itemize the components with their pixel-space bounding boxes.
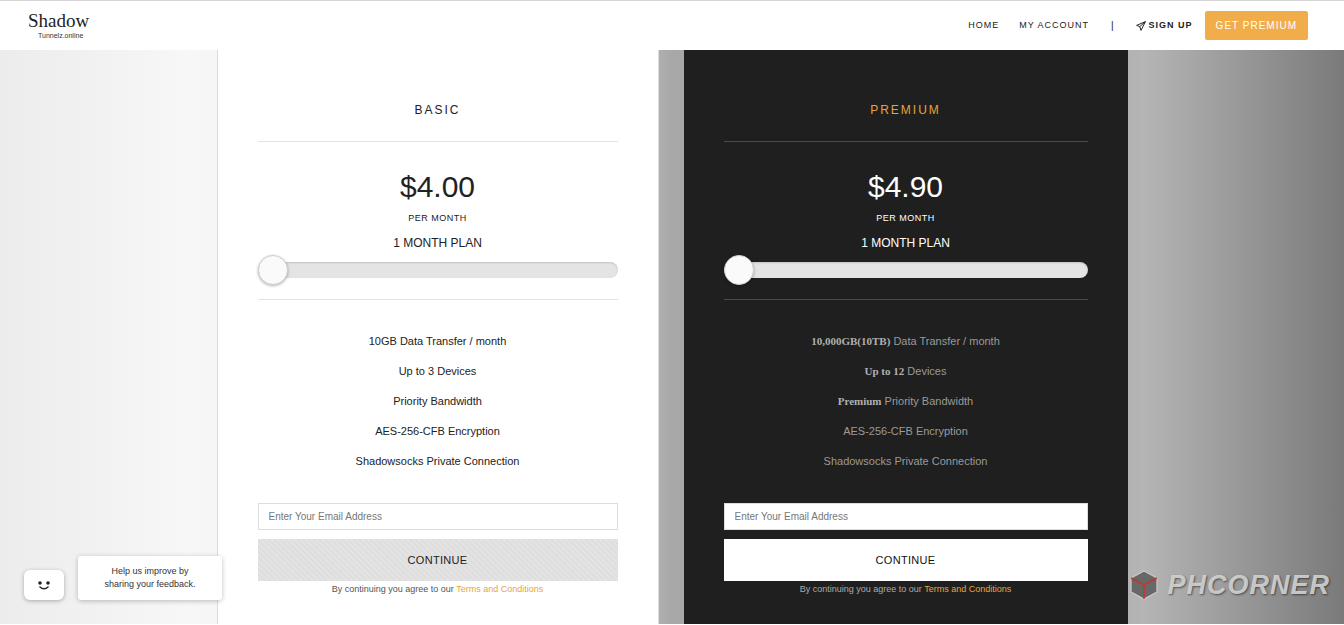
cube-logo-icon <box>1127 568 1161 602</box>
plan-price: $4.00 <box>258 169 618 205</box>
terms-text: By continuing you agree to our <box>332 584 456 594</box>
watermark-text: PHCORNER <box>1167 565 1330 606</box>
feature-item: AES-256-CFB Encryption <box>724 416 1088 446</box>
feature-item: 10GB Data Transfer / month <box>258 326 618 356</box>
plan-term: 1 MONTH PLAN <box>258 235 618 251</box>
plan-name: BASIC <box>258 102 618 142</box>
feature-text: Priority Bandwidth <box>393 395 482 407</box>
top-navbar: ShadowTunnelz.online HOME MY ACCOUNT | SIGN… <box>0 0 1344 50</box>
continue-button[interactable]: CONTINUE <box>258 539 618 581</box>
feature-highlight: Up to 12 <box>865 365 905 377</box>
nav-separator: | <box>1111 18 1114 33</box>
paper-plane-icon <box>1136 21 1146 31</box>
feature-text: Devices <box>904 365 946 377</box>
feature-text: Up to 3 Devices <box>399 365 477 377</box>
continue-button[interactable]: CONTINUE <box>724 539 1088 581</box>
logo-tagline: Tunnelz.online <box>28 31 89 40</box>
feature-text: Data Transfer / month <box>890 335 999 347</box>
feedback-tooltip: Help us improve by sharing your feedback… <box>78 556 222 600</box>
feature-text: 10GB Data Transfer / month <box>369 335 507 347</box>
plan-term: 1 MONTH PLAN <box>724 235 1088 251</box>
terms-link[interactable]: Terms and Conditions <box>456 584 543 594</box>
slider-track[interactable] <box>258 262 618 278</box>
plan-card: PREMIUM $4.90 PER MONTH 1 MONTH PLAN 10,000G… <box>684 50 1128 624</box>
feature-text: AES-256-CFB Encryption <box>375 425 500 437</box>
terms-text: By continuing you agree to our <box>800 584 924 594</box>
feature-text: Shadowsocks Private Connection <box>824 455 988 467</box>
price-period: PER MONTH <box>258 212 618 224</box>
feature-item: Shadowsocks Private Connection <box>258 446 618 476</box>
email-input[interactable] <box>258 503 618 530</box>
plan-price: $4.90 <box>724 169 1088 205</box>
terms-note: By continuing you agree to our Terms and… <box>724 583 1088 595</box>
slider-knob[interactable] <box>258 255 288 285</box>
feature-text: AES-256-CFB Encryption <box>843 425 968 437</box>
feature-item: 10,000GB(10TB) Data Transfer / month <box>724 326 1088 356</box>
terms-link[interactable]: Terms and Conditions <box>924 584 1011 594</box>
feature-item: Premium Priority Bandwidth <box>724 386 1088 416</box>
term-slider <box>258 253 618 300</box>
site-logo[interactable]: ShadowTunnelz.online <box>28 11 89 40</box>
plan-name: PREMIUM <box>724 102 1088 142</box>
feature-item: Shadowsocks Private Connection <box>724 446 1088 476</box>
feedback-button[interactable] <box>24 570 64 600</box>
term-slider <box>724 253 1088 300</box>
feature-text: Shadowsocks Private Connection <box>356 455 520 467</box>
plan-card: BASIC $4.00 PER MONTH 1 MONTH PLAN 10GB Data… <box>217 50 659 624</box>
feature-item: AES-256-CFB Encryption <box>258 416 618 446</box>
feature-highlight: 10,000GB(10TB) <box>811 335 890 347</box>
feature-text: Priority Bandwidth <box>882 395 974 407</box>
get-premium-button[interactable]: GET PREMIUM <box>1205 11 1308 40</box>
feature-item: Up to 3 Devices <box>258 356 618 386</box>
logo-title: Shadow <box>28 11 89 31</box>
feature-item: Priority Bandwidth <box>258 386 618 416</box>
feature-highlight: Premium <box>838 395 882 407</box>
feature-list: 10,000GB(10TB) Data Transfer / monthUp t… <box>724 326 1088 476</box>
nav-link[interactable]: HOME <box>968 19 999 33</box>
price-period: PER MONTH <box>724 212 1088 224</box>
signup-link[interactable]: SIGN UP <box>1136 19 1193 33</box>
smiley-icon <box>34 578 54 592</box>
pricing-area: BASIC $4.00 PER MONTH 1 MONTH PLAN 10GB Data… <box>0 50 1344 624</box>
nav-link[interactable]: MY ACCOUNT <box>1019 19 1089 33</box>
feature-item: Up to 12 Devices <box>724 356 1088 386</box>
slider-knob[interactable] <box>724 255 754 285</box>
slider-track[interactable] <box>724 262 1088 278</box>
nav-menu: HOME MY ACCOUNT | SIGN UP GET PREMIUM <box>968 11 1308 40</box>
email-input[interactable] <box>724 503 1088 530</box>
signup-label: SIGN UP <box>1149 19 1193 33</box>
terms-note: By continuing you agree to our Terms and… <box>258 583 618 595</box>
watermark: PHCORNER <box>1127 565 1330 606</box>
feature-list: 10GB Data Transfer / month Up to 3 Device… <box>258 326 618 476</box>
